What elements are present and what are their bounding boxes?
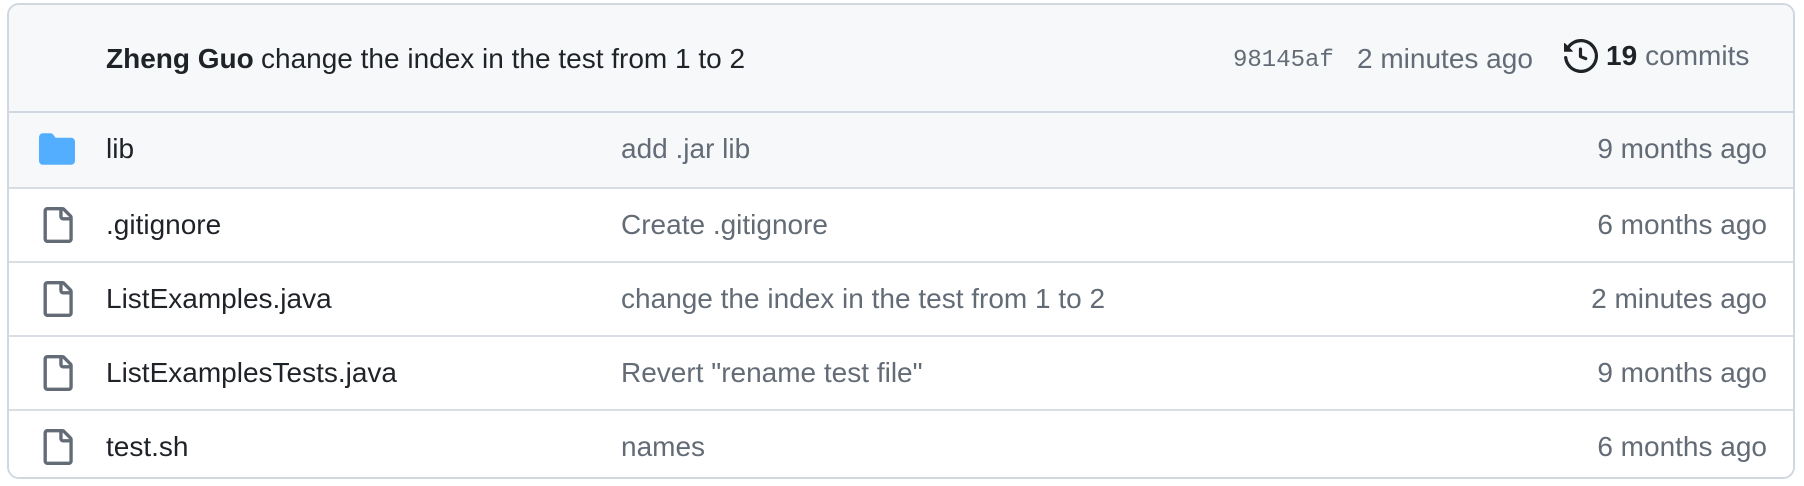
file-icon [39,207,75,243]
commit-age[interactable]: 2 minutes ago [1357,43,1533,75]
latest-commit-message[interactable]: change the index in the test from 1 to 2 [261,43,745,75]
file-commit-time: 6 months ago [1597,431,1767,462]
file-commit-message[interactable]: names [621,431,705,463]
file-commit-time: 9 months ago [1597,133,1767,164]
file-row-gitignore[interactable]: .gitignore Create .gitignore 6 months ag… [9,187,1793,261]
file-browser: Zheng Guo change the index in the test f… [7,3,1795,479]
commits-history-link[interactable]: 19 commits [1564,39,1749,73]
file-row-listexamplestests-java[interactable]: ListExamplesTests.java Revert "rename te… [9,335,1793,409]
file-name[interactable]: test.sh [106,431,188,463]
commit-author[interactable]: Zheng Guo [106,43,254,75]
commits-label: commits [1645,40,1750,71]
file-name[interactable]: ListExamplesTests.java [106,357,397,389]
file-name[interactable]: .gitignore [106,209,221,241]
file-name[interactable]: lib [106,133,134,165]
file-commit-message[interactable]: change the index in the test from 1 to 2 [621,283,1105,315]
folder-icon [39,131,75,167]
file-row-listexamples-java[interactable]: ListExamples.java change the index in th… [9,261,1793,335]
file-icon [39,355,75,391]
file-name[interactable]: ListExamples.java [106,283,332,315]
file-commit-time: 9 months ago [1597,357,1767,388]
commit-sha[interactable]: 98145af [1233,47,1334,74]
file-commit-time: 6 months ago [1597,209,1767,240]
file-commit-time: 2 minutes ago [1591,283,1767,314]
history-icon [1564,39,1598,73]
file-commit-message[interactable]: add .jar lib [621,133,750,165]
file-commit-message[interactable]: Create .gitignore [621,209,828,241]
file-list: lib add .jar lib 9 months ago .gitignore… [9,113,1793,477]
file-row-test-sh[interactable]: test.sh names 6 months ago [9,409,1793,477]
commits-count: 19 [1606,40,1638,71]
latest-commit-bar: Zheng Guo change the index in the test f… [9,5,1793,113]
file-commit-message[interactable]: Revert "rename test file" [621,357,923,389]
file-row-lib[interactable]: lib add .jar lib 9 months ago [9,113,1793,187]
file-icon [39,429,75,465]
file-icon [39,281,75,317]
